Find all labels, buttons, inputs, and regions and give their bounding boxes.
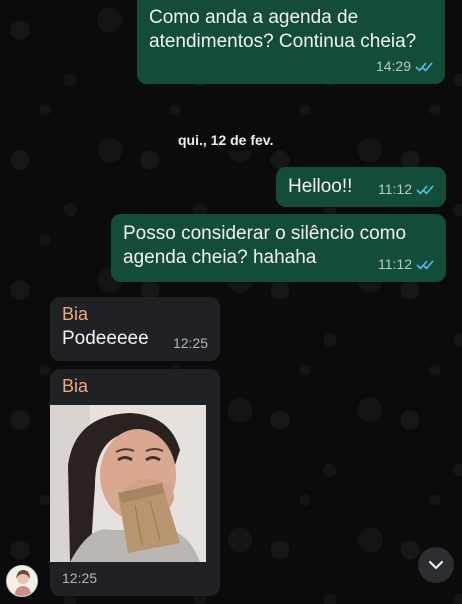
scroll-to-bottom-button[interactable] — [418, 547, 454, 583]
message-bubble-incoming-image[interactable]: Bia 12:25 — [50, 369, 220, 596]
message-time: 11:12 — [378, 256, 412, 272]
chevron-down-icon — [428, 560, 444, 570]
message-meta: 11:12 — [378, 177, 434, 201]
message-bubble-outgoing[interactable]: Posso considerar o silêncio como agenda … — [111, 214, 446, 282]
message-bubble-incoming[interactable]: Bia Podeeeee 12:25 — [50, 297, 220, 361]
message-time: 14:29 — [375, 58, 411, 74]
day-separator: qui., 12 de fev. — [168, 129, 284, 151]
image-attachment[interactable] — [50, 405, 206, 562]
message-meta: 11:12 — [378, 252, 434, 276]
sender-name[interactable]: Bia — [62, 303, 208, 325]
double-check-icon — [416, 259, 434, 270]
message-text: Como anda a agenda de atendimentos? Cont… — [149, 7, 417, 52]
photo-woman-paper-bag — [50, 405, 206, 562]
sender-name[interactable]: Bia — [62, 375, 208, 397]
message-bubble-outgoing[interactable]: Como anda a agenda de atendimentos? Cont… — [137, 0, 445, 84]
message-time: 11:12 — [378, 181, 412, 197]
message-meta: 14:29 — [376, 54, 433, 78]
message-bubble-outgoing[interactable]: Helloo!! 11:12 — [276, 167, 446, 207]
avatar[interactable] — [6, 565, 38, 597]
message-time: 12:25 — [172, 335, 208, 351]
message-time: 12:25 — [62, 570, 98, 586]
double-check-icon — [415, 61, 433, 72]
message-meta: 12:25 — [173, 331, 208, 355]
double-check-icon — [416, 184, 434, 195]
